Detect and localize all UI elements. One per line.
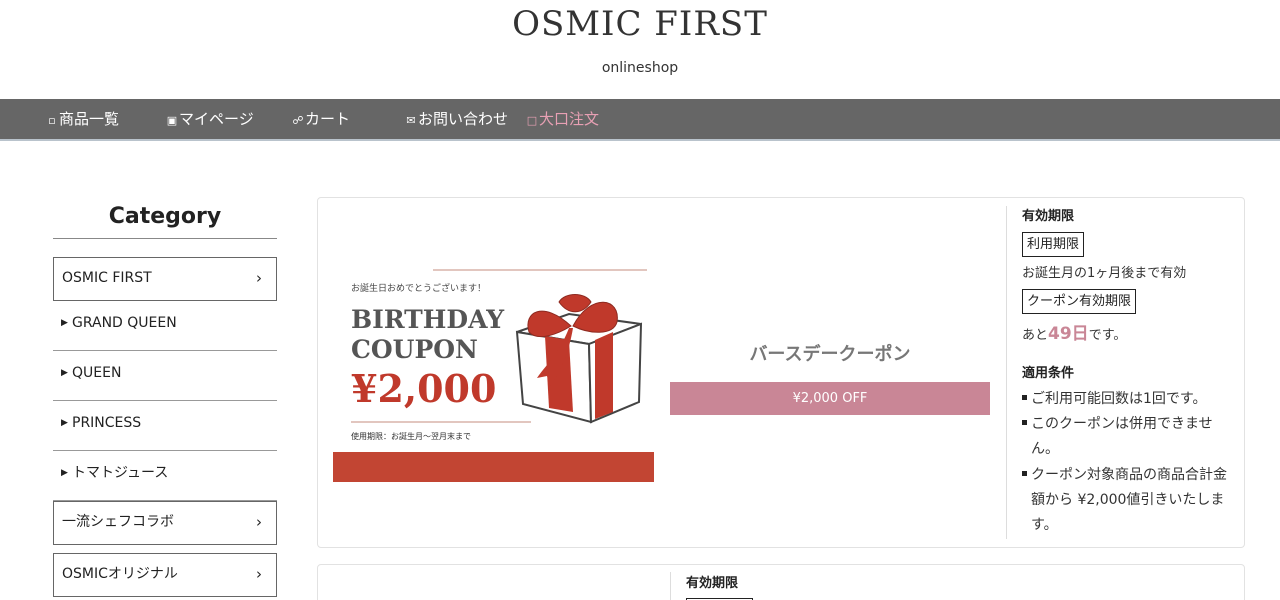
card-divider-2: [670, 572, 671, 600]
category-chef-collab[interactable]: 一流シェフコラボ ›: [53, 501, 277, 545]
condition-item: ご利用可能回数は1回です。: [1022, 387, 1232, 412]
condition-item: このクーポンは併用できませ ん。: [1022, 412, 1232, 462]
bullet-icon: [1022, 420, 1027, 425]
remaining-days: あと49日です。: [1022, 324, 1127, 344]
category-grand-queen[interactable]: ▶ GRAND QUEEN: [53, 301, 277, 351]
bullet-icon: [1022, 471, 1027, 476]
chevron-right-icon: ›: [256, 269, 262, 287]
shopping-bag-icon: ▫: [48, 114, 56, 127]
coupon-name: バースデークーポン: [749, 344, 911, 365]
coupon-card-2: [317, 564, 1245, 600]
coupon-line1: BIRTHDAY: [351, 305, 505, 334]
use-period-tag: 利用期限: [1022, 232, 1085, 257]
caret-right-icon: ▶: [61, 368, 68, 378]
coupon-discount-badge: ¥2,000 OFF: [670, 382, 990, 415]
nav-products[interactable]: ▫ 商品一覧: [45, 99, 119, 139]
caret-right-icon: ▶: [61, 418, 68, 428]
caret-right-icon: ▶: [61, 318, 68, 328]
mail-icon: ✉: [406, 114, 416, 127]
coupon-line2: COUPON: [351, 335, 478, 364]
use-period-text: お誕生月の1ヶ月後まで有効: [1022, 266, 1187, 281]
main-nav: ▫ 商品一覧 ▣ マイページ ☍カート ✉ お問い合わせ □ 大口注文: [0, 99, 1280, 141]
coupon-greeting: お誕生日おめでとうございます！: [351, 282, 486, 294]
bullet-icon: [1022, 395, 1027, 400]
birthday-coupon-image[interactable]: お誕生日おめでとうございます！ BIRTHDAY COUPON ¥2,000 使…: [333, 262, 654, 482]
coupon-amount: ¥2,000: [351, 366, 496, 411]
validity-heading: 有効期限: [1022, 209, 1075, 224]
category-queen[interactable]: ▶ QUEEN: [53, 351, 277, 401]
condition-item: クーポン対象商品の商品合計金 額から ¥2,000値引きいたしま す。: [1022, 463, 1232, 538]
chevron-right-icon: ›: [256, 565, 262, 583]
chevron-right-icon: ›: [256, 513, 262, 531]
gift-box-icon: [515, 294, 643, 424]
category-divider: [53, 238, 277, 239]
brand-logo[interactable]: OSMIC FIRST: [0, 4, 1280, 44]
cart-icon: ☍: [292, 114, 304, 127]
nav-mypage[interactable]: ▣ マイページ: [165, 99, 254, 139]
caret-right-icon: ▶: [61, 468, 68, 478]
validity-heading-2: 有効期限: [686, 576, 739, 591]
brand-subtitle: onlineshop: [601, 60, 679, 76]
lock-icon: ▣: [166, 114, 178, 127]
nav-cart[interactable]: ☍カート: [291, 99, 350, 139]
category-tomato-juice[interactable]: ▶ トマトジュース: [53, 451, 277, 501]
category-princess[interactable]: ▶ PRINCESS: [53, 401, 277, 451]
category-osmic-original[interactable]: OSMICオリジナル ›: [53, 553, 277, 597]
card-divider: [1006, 206, 1007, 539]
coupon-validity: 使用期限：お誕生月〜翌月末まで: [351, 431, 471, 441]
nav-bulk-order[interactable]: □ 大口注文: [525, 99, 599, 139]
coupon-period-tag: クーポン有効期限: [1022, 289, 1137, 314]
category-osmic-first[interactable]: OSMIC FIRST ›: [53, 257, 277, 301]
nav-contact[interactable]: ✉ お問い合わせ: [404, 99, 508, 139]
conditions-heading: 適用条件: [1022, 366, 1075, 381]
category-title: Category: [108, 204, 222, 229]
chat-icon: □: [526, 114, 538, 127]
